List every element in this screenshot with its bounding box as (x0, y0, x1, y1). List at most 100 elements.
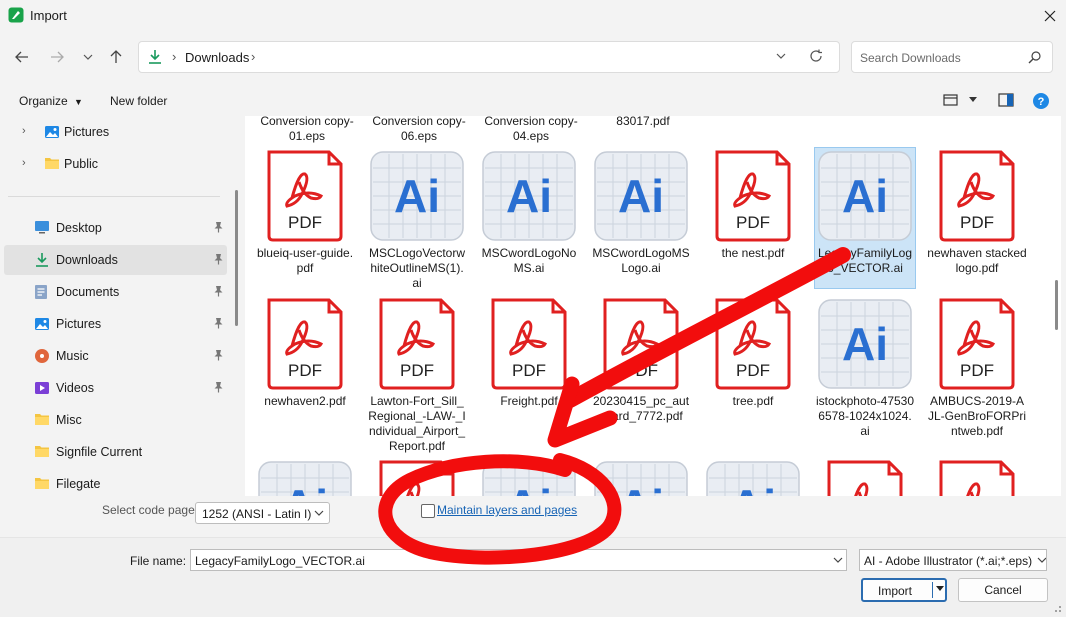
file-name-label[interactable]: Conversion copy-01.eps (259, 116, 355, 143)
ai-file-icon: Ai (482, 151, 576, 241)
pin-icon[interactable] (213, 381, 224, 396)
caret-down-icon[interactable] (936, 586, 944, 592)
sidebar-item-videos[interactable]: Videos (4, 373, 227, 403)
view-icon[interactable] (943, 93, 959, 107)
sidebar-item-public[interactable]: › Public (4, 149, 227, 179)
chevron-right-icon[interactable]: › (22, 125, 26, 137)
pdf-file-icon: PDF (827, 460, 903, 496)
file-tile[interactable]: Ai LegacyFamilyLogo_VECTOR.ai (814, 147, 916, 289)
file-tile[interactable]: PDF Freight.pdf (479, 296, 579, 436)
file-name-label: Lawton-Fort_Sill_Regional_-LAW-_Individu… (368, 394, 466, 453)
file-name-label[interactable]: Conversion copy-06.eps (371, 116, 467, 143)
import-button[interactable]: Import (861, 578, 947, 602)
file-type-select[interactable]: AI - Adobe Illustrator (*.ai;*.eps) (859, 549, 1047, 571)
maintain-layers-label[interactable]: Maintain layers and pages (437, 503, 577, 517)
file-tile[interactable]: Ai MSCwordLogoMSLogo.ai (591, 148, 691, 288)
close-icon (1044, 10, 1056, 22)
file-tile[interactable]: PDF newhaven2.pdf (255, 296, 355, 436)
nav-scrollbar[interactable] (235, 190, 238, 326)
file-tile[interactable]: PDF the nest.pdf (703, 148, 803, 288)
file-view[interactable]: Conversion copy-01.eps Conversion copy-06… (245, 116, 1061, 496)
sidebar-item-downloads[interactable]: Downloads (4, 245, 227, 275)
code-page-select[interactable]: 1252 (ANSI - Latin I) (195, 502, 330, 524)
new-folder-button[interactable]: New folder (110, 94, 167, 108)
chevron-down-icon[interactable] (833, 556, 843, 564)
file-tile[interactable]: PDF (367, 458, 467, 496)
sidebar-item-music[interactable]: Music (4, 341, 227, 371)
sidebar-item-signfile-current[interactable]: Signfile Current (4, 437, 227, 467)
file-tile[interactable]: PDF Lawton-Fort_Sill_Regional_-LAW-_Indiv… (367, 296, 467, 453)
file-name-label: LegacyFamilyLogo_VECTOR.ai (817, 246, 913, 275)
file-tile[interactable]: PDF (815, 458, 915, 496)
ai-file-icon: Ai (482, 461, 576, 496)
file-name-input[interactable]: LegacyFamilyLogo_VECTOR.ai (190, 549, 847, 571)
svg-text:PDF: PDF (736, 213, 770, 232)
cancel-button[interactable]: Cancel (958, 578, 1048, 602)
code-page-value: 1252 (ANSI - Latin I) (202, 507, 312, 521)
svg-text:Ai: Ai (506, 170, 552, 222)
svg-text:PDF: PDF (288, 213, 322, 232)
svg-text:Ai: Ai (842, 318, 888, 370)
file-tile[interactable]: PDF (927, 458, 1027, 496)
forward-button[interactable] (43, 42, 71, 72)
search-input[interactable]: Search Downloads (851, 41, 1053, 73)
preview-pane-icon[interactable] (998, 93, 1014, 107)
breadcrumb-separator[interactable]: › (251, 49, 255, 64)
sidebar-item-documents[interactable]: Documents (4, 277, 227, 307)
file-tile[interactable]: PDF 20230415_pc_autocard_7772.pdf (591, 296, 691, 436)
caret-down-icon[interactable] (969, 97, 977, 103)
pin-icon[interactable] (213, 285, 224, 300)
refresh-icon[interactable] (809, 49, 823, 63)
pdf-file-icon: PDF (267, 150, 343, 242)
recent-locations-button[interactable] (74, 42, 102, 72)
up-button[interactable] (102, 42, 130, 72)
organize-button[interactable]: Organize ▼ (19, 94, 83, 108)
maintain-layers-checkbox[interactable] (421, 504, 435, 518)
sidebar-item-desktop[interactable]: Desktop (4, 213, 227, 243)
file-tile[interactable]: Ai MSCLogoVectorwhiteOutlineMS(1).ai (367, 148, 467, 290)
file-name-label: MSCwordLogoNoMS.ai (481, 246, 577, 275)
pdf-file-icon: PDF (379, 298, 455, 390)
file-tile[interactable]: Ai (703, 458, 803, 496)
documents-icon (34, 284, 48, 303)
file-tile[interactable]: PDF blueiq-user-guide.pdf (255, 148, 355, 288)
file-name-label[interactable]: Conversion copy-04.eps (483, 116, 579, 143)
sidebar-item-label: Videos (56, 381, 94, 395)
breadcrumb-downloads[interactable]: Downloads (185, 50, 249, 65)
sidebar-item-pictures[interactable]: › Pictures (4, 117, 227, 147)
file-tile[interactable]: Ai istockphoto-475306578-1024x1024.ai (815, 296, 915, 438)
help-icon[interactable]: ? (1033, 93, 1049, 109)
sidebar-item-pictures[interactable]: Pictures (4, 309, 227, 339)
pin-icon[interactable] (213, 253, 224, 268)
pin-icon[interactable] (213, 221, 224, 236)
resize-grip-icon[interactable] (1052, 603, 1062, 613)
file-tile[interactable]: Ai (479, 458, 579, 496)
file-view-scrollbar[interactable] (1055, 280, 1058, 330)
music-icon (34, 348, 50, 367)
chevron-right-icon[interactable]: › (22, 157, 26, 169)
search-icon[interactable] (1028, 50, 1042, 64)
nav-divider (8, 196, 220, 197)
file-tile[interactable]: Ai (591, 458, 691, 496)
chevron-down-icon (1034, 556, 1046, 564)
sidebar-item-filegate[interactable]: Filegate (4, 469, 227, 499)
svg-text:Ai: Ai (618, 480, 664, 496)
file-tile[interactable]: PDF tree.pdf (703, 296, 803, 436)
download-icon (149, 50, 161, 64)
file-tile[interactable]: Ai MSCwordLogoNoMS.ai (479, 148, 579, 288)
svg-text:Ai: Ai (842, 170, 888, 222)
file-tile[interactable]: PDF AMBUCS-2019-AJL-GenBroFORPrintweb.pdf (927, 296, 1027, 438)
file-tile[interactable]: PDF newhaven stacked logo.pdf (927, 148, 1027, 288)
breadcrumb-separator[interactable]: › (172, 49, 176, 64)
pin-icon[interactable] (213, 349, 224, 364)
sidebar-item-misc[interactable]: Misc (4, 405, 227, 435)
chevron-down-icon[interactable] (775, 50, 787, 62)
file-name-label[interactable]: 83017.pdf (595, 116, 691, 129)
sidebar-item-label: Desktop (56, 221, 102, 235)
back-button[interactable] (8, 42, 36, 72)
address-bar[interactable]: › Downloads › (138, 41, 840, 73)
svg-text:PDF: PDF (624, 361, 658, 380)
pin-icon[interactable] (213, 317, 224, 332)
close-button[interactable] (1036, 2, 1064, 30)
file-tile[interactable]: Ai (255, 458, 355, 496)
